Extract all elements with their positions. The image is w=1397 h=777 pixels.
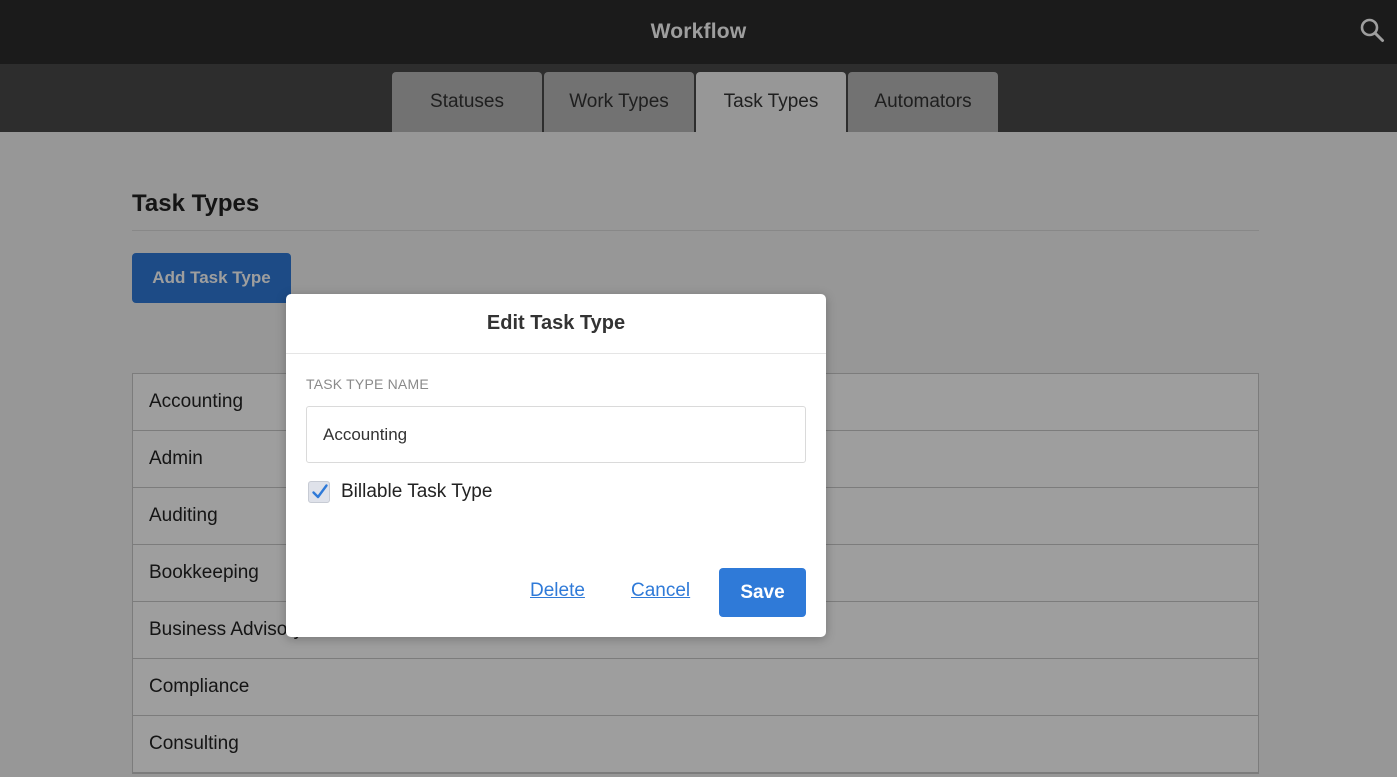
checkmark-icon [312, 484, 328, 499]
dialog-title: Edit Task Type [486, 312, 626, 334]
task-type-name-input[interactable] [306, 406, 806, 463]
billable-checkbox[interactable] [308, 481, 330, 503]
delete-button[interactable]: Delete [530, 580, 585, 602]
save-button[interactable]: Save [719, 568, 806, 617]
billable-label: Billable Task Type [341, 481, 493, 502]
task-type-name-label: TASK TYPE NAME [306, 376, 429, 392]
dialog-header: Edit Task Type [286, 294, 826, 354]
cancel-button[interactable]: Cancel [631, 580, 690, 602]
edit-task-type-dialog: Edit Task Type TASK TYPE NAME Billable T… [286, 294, 826, 637]
billable-checkbox-row[interactable]: Billable Task Type [308, 481, 492, 503]
